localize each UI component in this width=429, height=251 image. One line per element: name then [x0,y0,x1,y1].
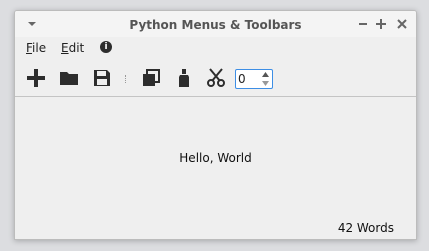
title-bar[interactable]: Python Menus & Toolbars [15,11,416,37]
save-button[interactable] [91,67,113,89]
folder-icon [60,72,78,85]
plus-icon [376,19,386,29]
menu-bar: File Edit i [15,38,416,58]
cut-button[interactable] [205,67,227,89]
quantity-spinbox[interactable] [235,69,273,89]
word-count-status: 42 Words [337,221,394,235]
menu-edit[interactable]: Edit [61,41,84,55]
menu-edit-label: dit [68,41,85,55]
paste-bottle-icon [179,69,189,87]
spin-down-button[interactable] [259,80,271,88]
minimize-icon [359,23,367,25]
minimize-button[interactable] [354,15,372,33]
menu-edit-mnemonic: E [61,41,69,55]
toolbar [15,60,416,97]
hello-label: Hello, World [179,151,252,165]
main-content: Hello, World 42 Words [15,97,416,239]
chevron-up-icon [261,72,269,77]
menu-file[interactable]: File [26,41,46,55]
spin-up-button[interactable] [259,71,271,79]
close-button[interactable] [393,15,411,33]
paste-button[interactable] [173,67,195,89]
maximize-button[interactable] [372,15,390,33]
spinbox-input[interactable] [238,71,258,87]
chevron-down-icon [261,81,269,86]
info-icon[interactable]: i [100,41,112,53]
open-button[interactable] [58,67,80,89]
menu-file-label: ile [32,41,47,55]
copy-button[interactable] [140,67,162,89]
toolbar-separator [125,75,128,83]
copy-icon [143,69,160,86]
app-window: Python Menus & Toolbars File Edit i 0 He… [14,10,417,240]
plus-icon [27,69,45,87]
close-icon [397,19,407,29]
new-button[interactable] [25,67,47,89]
save-icon [94,70,110,86]
cut-scissors-icon [207,68,225,87]
